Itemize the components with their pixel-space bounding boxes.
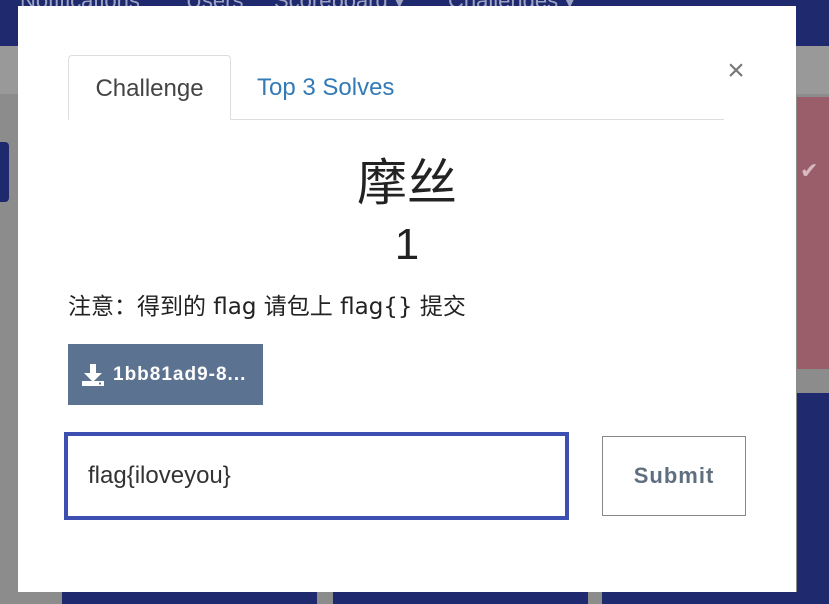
challenge-description: 注意：得到的 flag 请包上 flag{} 提交 — [68, 294, 466, 320]
flag-input[interactable] — [64, 432, 569, 520]
file-name: 1bb81ad9-8... — [113, 363, 247, 385]
challenge-modal: × Challenge Top 3 Solves 摩丝 1 注意：得到的 fla… — [18, 6, 796, 592]
challenge-title: 摩丝 — [357, 154, 457, 212]
tab-top-solves[interactable]: Top 3 Solves — [257, 55, 394, 118]
submit-button[interactable]: Submit — [602, 436, 746, 516]
challenge-points: 1 — [394, 220, 420, 269]
download-file-button[interactable]: 1bb81ad9-8... — [68, 344, 263, 405]
modal-tabs: Challenge Top 3 Solves — [68, 55, 724, 120]
backdrop-challenge-card — [797, 393, 829, 604]
backdrop-challenge-card — [333, 592, 588, 604]
backdrop-solved-card — [797, 97, 829, 369]
backdrop-challenge-card — [62, 592, 317, 604]
check-icon: ✔ — [800, 158, 819, 183]
close-icon[interactable]: × — [723, 56, 749, 86]
download-icon — [82, 363, 104, 386]
tab-challenge[interactable]: Challenge — [68, 55, 231, 120]
backdrop-side-tab — [0, 142, 9, 202]
backdrop-challenge-card — [602, 592, 829, 604]
